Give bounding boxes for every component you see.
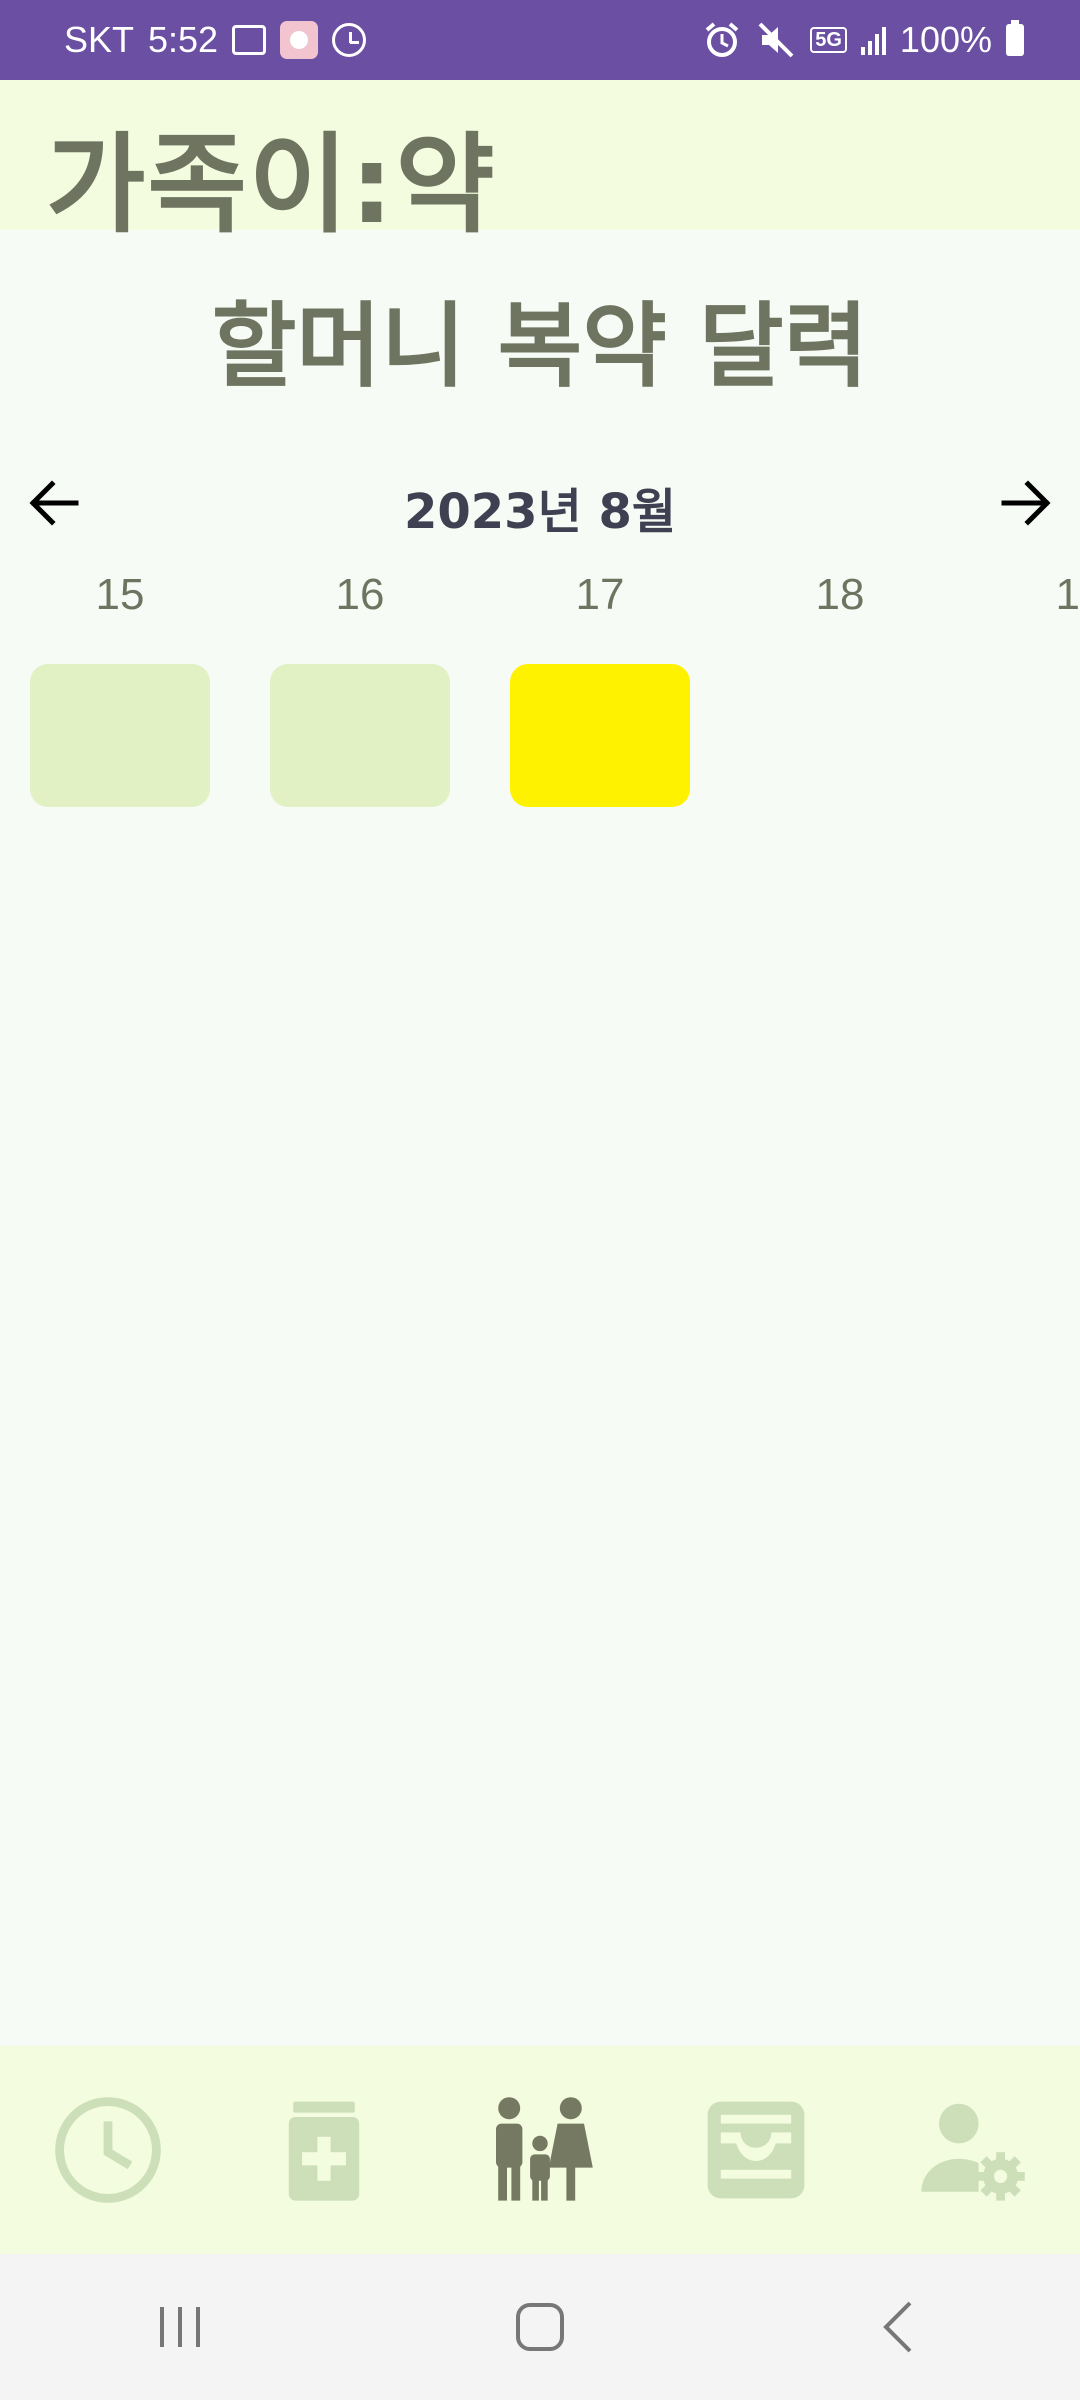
day-cell-15[interactable]: 15 xyxy=(30,570,210,807)
day-cell-16[interactable]: 16 xyxy=(270,570,450,807)
status-bar-left: SKT 5:52 xyxy=(64,19,367,61)
user-settings-icon xyxy=(921,2103,1025,2201)
nav-inbox[interactable] xyxy=(696,2090,816,2210)
network-type-badge: 5G xyxy=(810,27,847,53)
arrow-right-icon xyxy=(1001,480,1051,526)
day-number: 19 xyxy=(1055,570,1080,619)
medicine-bottle-icon xyxy=(288,2101,360,2201)
app-notification-icon xyxy=(280,21,319,59)
month-navigation: 2023년 8월 xyxy=(0,458,1080,548)
day-status-box[interactable] xyxy=(30,664,210,807)
day-cell-19[interactable]: 19 xyxy=(990,570,1080,620)
nav-family[interactable] xyxy=(480,2090,600,2210)
home-icon xyxy=(516,2303,564,2351)
app-title: 가족이:약 xyxy=(46,123,497,248)
battery-icon xyxy=(1006,20,1024,56)
day-cell-18[interactable]: 18 xyxy=(750,570,930,620)
day-status-box[interactable] xyxy=(750,664,930,807)
time-label: 5:52 xyxy=(148,19,219,60)
day-status-box[interactable] xyxy=(270,664,450,807)
alarm-clock-notification-icon xyxy=(332,23,367,57)
day-status-box[interactable] xyxy=(990,664,1080,807)
battery-percent: 100% xyxy=(899,19,992,60)
status-bar: SKT 5:52 5G 100% xyxy=(0,0,1080,80)
status-bar-right: 5G 100% xyxy=(702,19,1024,61)
recent-apps-button[interactable] xyxy=(140,2287,220,2367)
app-header: 가족이:약 xyxy=(0,80,1080,248)
nav-account-settings[interactable] xyxy=(912,2090,1032,2210)
day-cell-17[interactable]: 17 xyxy=(510,570,690,807)
signal-icon xyxy=(860,25,886,55)
inbox-icon xyxy=(707,2101,805,2199)
back-chevron-icon xyxy=(883,2301,912,2353)
home-button[interactable] xyxy=(500,2287,580,2367)
alarm-icon xyxy=(702,20,742,60)
system-navigation-bar xyxy=(0,2254,1080,2400)
page-title: 할머니 복약 달력 xyxy=(211,293,869,400)
next-month-button[interactable] xyxy=(994,472,1056,534)
gallery-notification-icon xyxy=(232,25,267,55)
mute-icon xyxy=(756,20,796,60)
clock-icon xyxy=(55,2097,161,2203)
day-number: 18 xyxy=(815,570,865,619)
family-icon xyxy=(496,2097,593,2201)
screen: SKT 5:52 5G 100% 가족이:약 할머니 복약 달력 2023년 8… xyxy=(0,0,1080,2400)
day-status-box[interactable] xyxy=(510,664,690,807)
day-number: 15 xyxy=(95,570,145,619)
nav-schedule[interactable] xyxy=(48,2090,168,2210)
month-label: 2023년 8월 xyxy=(403,484,677,540)
bottom-navigation xyxy=(0,2046,1080,2254)
recent-apps-icon xyxy=(160,2307,200,2347)
carrier-label: SKT xyxy=(64,19,135,60)
back-button[interactable] xyxy=(860,2287,940,2367)
day-strip[interactable]: 15 16 17 18 19 xyxy=(0,570,1080,840)
nav-medicine[interactable] xyxy=(264,2090,384,2210)
day-number: 16 xyxy=(335,570,385,619)
day-number: 17 xyxy=(575,570,625,619)
